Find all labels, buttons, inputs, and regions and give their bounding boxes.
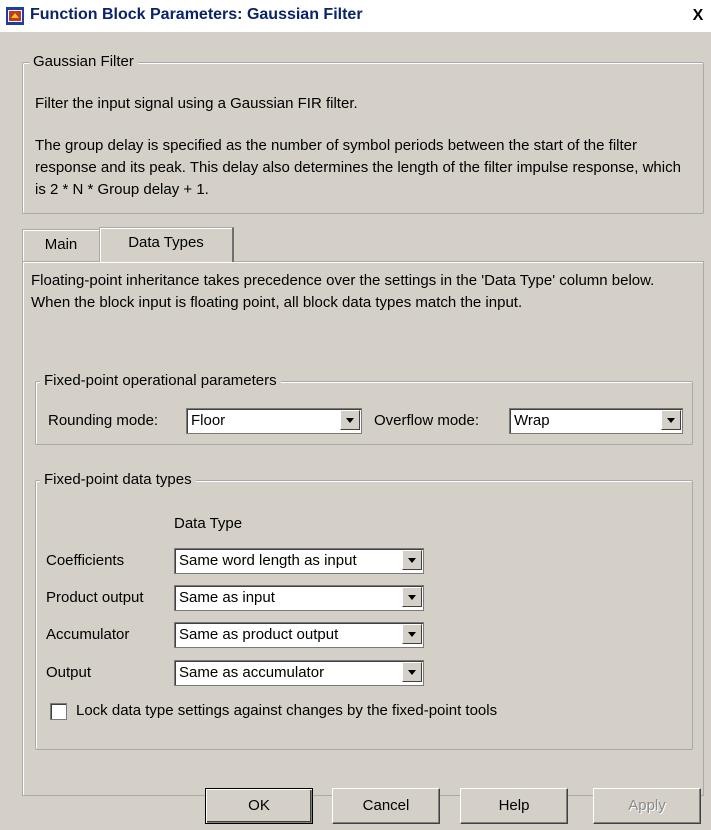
coefficients-label: Coefficients xyxy=(46,552,125,569)
ok-button[interactable]: OK xyxy=(205,788,313,824)
product-output-label: Product output xyxy=(46,589,144,606)
close-icon[interactable]: X xyxy=(690,8,706,24)
overflow-mode-select[interactable]: Wrap xyxy=(509,408,683,434)
overflow-mode-label: Overflow mode: xyxy=(374,412,480,429)
chevron-down-icon[interactable] xyxy=(402,662,422,682)
rounding-mode-label: Rounding mode: xyxy=(48,412,159,429)
lock-data-types-checkbox[interactable] xyxy=(50,703,67,720)
rounding-mode-select[interactable]: Floor xyxy=(186,408,362,434)
description-group: Gaussian Filter Filter the input signal … xyxy=(22,53,704,214)
op-params-group-label: Fixed-point operational parameters xyxy=(40,372,281,389)
data-types-group: Fixed-point data types Data Type Coeffic… xyxy=(35,471,693,750)
cancel-button[interactable]: Cancel xyxy=(332,788,440,824)
tab-main-label: Main xyxy=(44,236,78,253)
tab-data-types[interactable]: Data Types xyxy=(99,227,234,262)
accumulator-select[interactable]: Same as product output xyxy=(174,622,424,648)
inheritance-note: Floating-point inheritance takes precede… xyxy=(31,272,655,311)
lock-data-types-label: Lock data type settings against changes … xyxy=(76,702,498,719)
dialog-body: Gaussian Filter Filter the input signal … xyxy=(0,32,711,830)
product-output-select[interactable]: Same as input xyxy=(174,585,424,611)
tab-main[interactable]: Main xyxy=(22,229,100,261)
chevron-down-icon[interactable] xyxy=(661,410,681,430)
description-line-2: The group delay is specified as the numb… xyxy=(35,137,681,198)
description-group-label: Gaussian Filter xyxy=(29,53,138,70)
tab-data-types-label: Data Types xyxy=(128,234,204,251)
output-value: Same as accumulator xyxy=(179,664,325,681)
chevron-down-icon[interactable] xyxy=(402,550,422,570)
product-output-value: Same as input xyxy=(179,589,275,606)
op-params-group: Fixed-point operational parameters Round… xyxy=(35,372,693,445)
description-line-1: Filter the input signal using a Gaussian… xyxy=(35,95,358,112)
data-type-column-header: Data Type xyxy=(174,515,243,532)
accumulator-value: Same as product output xyxy=(179,626,339,643)
title-bar: Function Block Parameters: Gaussian Filt… xyxy=(0,0,711,33)
chevron-down-icon[interactable] xyxy=(340,410,360,430)
coefficients-value: Same word length as input xyxy=(179,552,357,569)
accumulator-label: Accumulator xyxy=(46,626,130,643)
rounding-mode-value: Floor xyxy=(191,412,226,429)
output-select[interactable]: Same as accumulator xyxy=(174,660,424,686)
apply-button[interactable]: Apply xyxy=(593,788,701,824)
chevron-down-icon[interactable] xyxy=(402,624,422,644)
simulink-block-icon xyxy=(6,7,24,25)
window-title: Function Block Parameters: Gaussian Filt… xyxy=(30,6,363,23)
coefficients-select[interactable]: Same word length as input xyxy=(174,548,424,574)
help-button[interactable]: Help xyxy=(460,788,568,824)
output-label: Output xyxy=(46,664,92,681)
data-types-panel: Floating-point inheritance takes precede… xyxy=(22,261,704,796)
data-types-group-label: Fixed-point data types xyxy=(40,471,196,488)
overflow-mode-value: Wrap xyxy=(514,412,550,429)
chevron-down-icon[interactable] xyxy=(402,587,422,607)
